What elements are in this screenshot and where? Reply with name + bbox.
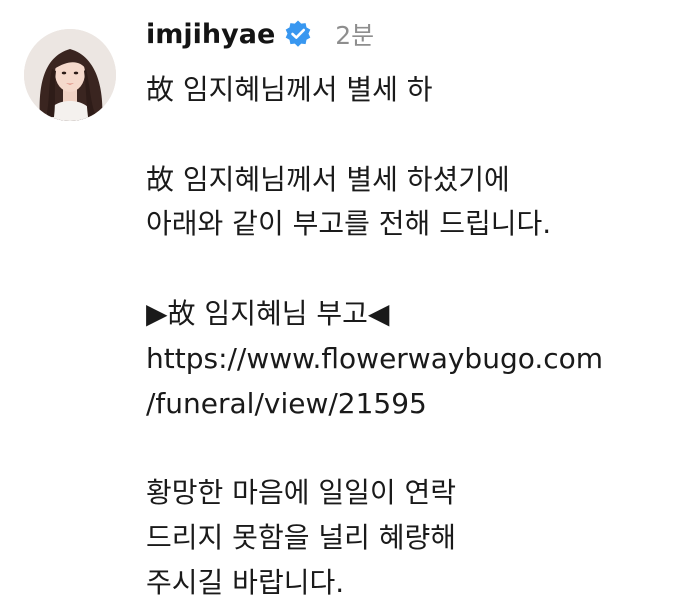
caption-line: 황망한 마음에 일일이 연락 <box>146 476 457 510</box>
caption-line: 아래와 같이 부고를 전해 드립니다. <box>146 207 552 241</box>
username[interactable]: imjihyae <box>146 19 275 50</box>
post-caption: 故 임지혜님께서 별세 하 故 임지혜님께서 별세 하셨기에 아래와 같이 부고… <box>146 68 686 606</box>
post-header: imjihyae 2분 <box>146 14 374 54</box>
caption-heading: ▶故 임지혜님 부고◀ <box>146 296 390 330</box>
caption-link[interactable]: https://www.flowerwaybugo.com <box>146 337 686 382</box>
avatar[interactable] <box>24 29 116 121</box>
avatar-photo <box>24 29 116 121</box>
caption-line: 故 임지혜님께서 별세 하 <box>146 73 433 106</box>
post-container: imjihyae 2분 故 임지혜님께서 별세 하 故 임지혜님께서 별세 하셨… <box>0 0 697 605</box>
caption-link-continued[interactable]: /funeral/view/21595 <box>146 382 686 427</box>
caption-line: 드리지 못함을 널리 혜량해 <box>146 520 457 554</box>
caption-line: 주시길 바랍니다. <box>146 565 345 599</box>
post-timestamp: 2분 <box>335 21 375 50</box>
verified-badge-icon <box>283 19 313 49</box>
caption-line: 故 임지혜님께서 별세 하셨기에 <box>146 162 510 196</box>
